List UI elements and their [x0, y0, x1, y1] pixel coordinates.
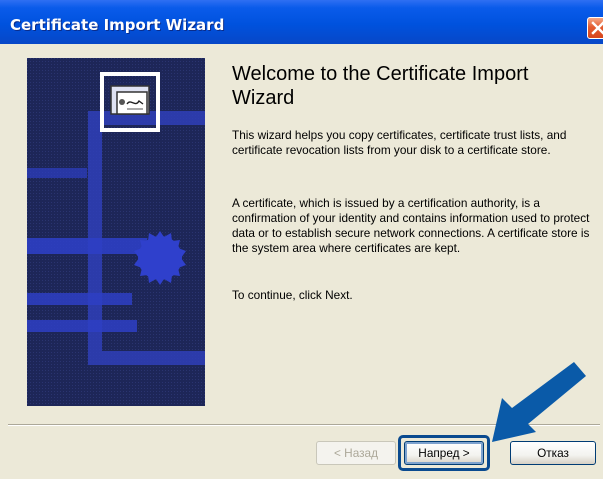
instruction-paragraph: To continue, click Next. [232, 288, 353, 302]
title-bar: Certificate Import Wizard [0, 0, 603, 44]
pointer-arrow [492, 362, 586, 442]
wizard-window: Certificate Import Wizard Welcome to the… [0, 0, 603, 479]
window-title: Certificate Import Wizard [10, 16, 225, 34]
wizard-side-image [27, 58, 205, 406]
back-button[interactable]: < Назад [316, 441, 396, 465]
description-paragraph: A certificate, which is issued by a cert… [232, 196, 590, 255]
close-button[interactable] [587, 17, 603, 39]
page-title: Welcome to the Certificate Import Wizard [232, 63, 529, 109]
intro-paragraph: This wizard helps you copy certificates,… [232, 128, 567, 157]
